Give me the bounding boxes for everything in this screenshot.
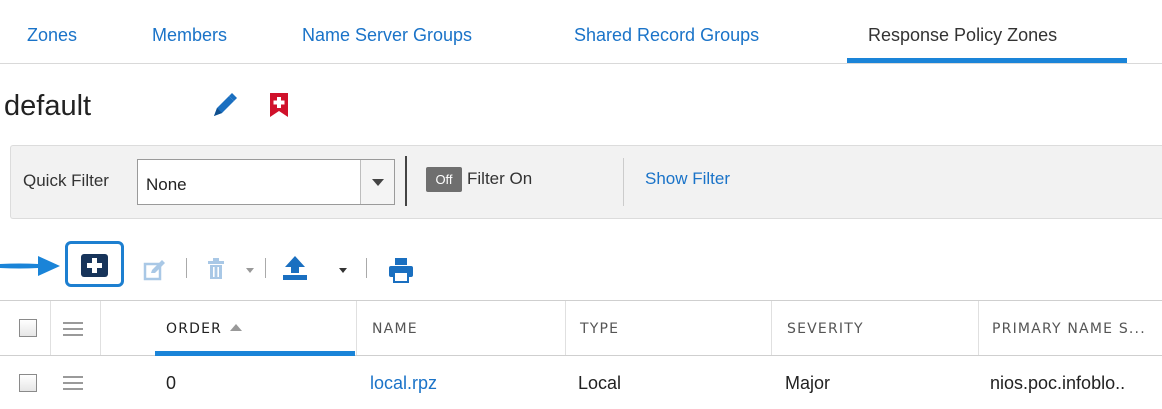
- add-button[interactable]: [65, 241, 124, 287]
- pointer-arrow-icon: [0, 256, 60, 276]
- page-title: default: [4, 90, 92, 122]
- cell-order: 0: [166, 373, 177, 393]
- divider: [405, 156, 407, 206]
- divider: [623, 158, 624, 206]
- column-header-order-label: ORDER: [166, 321, 223, 337]
- toolbar-divider: [366, 258, 367, 278]
- sort-ascending-icon: [230, 324, 243, 331]
- chevron-down-icon[interactable]: [339, 268, 347, 273]
- column-header-primary-name-server[interactable]: PRIMARY NAME S...: [992, 321, 1146, 337]
- toolbar-divider: [265, 258, 266, 278]
- table-row[interactable]: 0 local.rpz Local Major nios.poc.infoblo…: [0, 357, 1162, 409]
- column-header-type[interactable]: TYPE: [580, 321, 619, 337]
- filter-toggle[interactable]: Off: [426, 167, 462, 192]
- edit-icon[interactable]: [143, 259, 167, 281]
- grid-header: ORDER NAME TYPE SEVERITY PRIMARY NAME S.…: [0, 300, 1162, 356]
- tab-name-server-groups[interactable]: Name Server Groups: [302, 25, 472, 46]
- quick-filter-select[interactable]: None: [137, 159, 395, 205]
- chevron-down-icon[interactable]: [360, 160, 394, 204]
- delete-icon[interactable]: [206, 258, 226, 280]
- cell-name-link[interactable]: local.rpz: [370, 373, 437, 394]
- column-header-order[interactable]: ORDER: [166, 321, 243, 337]
- quick-filter-value: None: [146, 175, 187, 194]
- print-icon[interactable]: [388, 257, 414, 283]
- export-icon[interactable]: [282, 255, 308, 281]
- quick-filter-label: Quick Filter: [23, 171, 109, 190]
- column-menu-icon[interactable]: [63, 322, 83, 336]
- tab-bar: Zones Members Name Server Groups Shared …: [0, 0, 1162, 64]
- column-header-name[interactable]: NAME: [372, 321, 418, 337]
- row-menu-icon[interactable]: [63, 376, 83, 390]
- cell-primary-name-server: nios.poc.infoblo..: [990, 373, 1126, 393]
- filter-on-label: Filter On: [467, 169, 533, 188]
- tab-members[interactable]: Members: [152, 25, 227, 46]
- show-filter-link[interactable]: Show Filter: [645, 169, 730, 189]
- row-checkbox[interactable]: [19, 374, 37, 392]
- sorted-column-indicator: [155, 351, 355, 356]
- column-header-severity[interactable]: SEVERITY: [787, 321, 864, 337]
- tab-shared-record-groups[interactable]: Shared Record Groups: [574, 25, 759, 46]
- select-all-checkbox[interactable]: [19, 319, 37, 337]
- toolbar-divider: [186, 258, 187, 278]
- filter-bar: Quick Filter None Off Filter On Show Fil…: [10, 145, 1162, 219]
- active-tab-indicator: [847, 58, 1127, 63]
- cell-severity: Major: [785, 373, 831, 393]
- cell-type: Local: [578, 373, 622, 393]
- tab-response-policy-zones[interactable]: Response Policy Zones: [868, 25, 1057, 46]
- edit-icon[interactable]: [209, 91, 239, 121]
- chevron-down-icon[interactable]: [246, 268, 254, 273]
- bookmark-icon[interactable]: [267, 92, 291, 118]
- add-icon: [81, 254, 108, 277]
- tab-zones[interactable]: Zones: [27, 25, 77, 46]
